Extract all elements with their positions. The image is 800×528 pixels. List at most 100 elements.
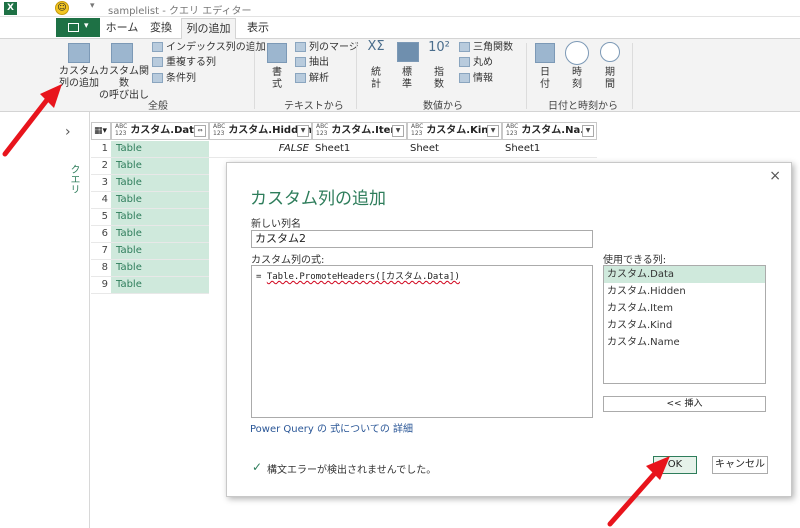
tab-transform[interactable]: 変換: [143, 18, 179, 40]
table-cell[interactable]: Table: [111, 158, 209, 175]
learn-more-link[interactable]: Power Query の 式についての 詳細: [250, 420, 413, 435]
formula-label: カスタム列の式:: [251, 255, 325, 266]
column-header-label: カスタム.Kind: [426, 125, 496, 136]
row-number: 1: [91, 141, 111, 158]
filter-dropdown-icon[interactable]: ▼: [297, 125, 309, 137]
sigma-icon: XΣ: [367, 39, 385, 54]
column-header[interactable]: ABC 123 カスタム.Item ▼: [312, 122, 407, 140]
column-header[interactable]: ABC 123 カスタム.Na... ▼: [502, 122, 597, 140]
rounding-button[interactable]: 丸め: [473, 56, 493, 69]
new-column-name-input[interactable]: カスタム2: [251, 230, 593, 248]
statistics-label-2: 計: [371, 79, 381, 90]
duplicate-column-button[interactable]: 重複する列: [166, 56, 216, 69]
custom-column-label-1: カスタム: [59, 66, 99, 77]
column-header[interactable]: ABC 123 カスタム.Data ⇔: [111, 122, 209, 140]
type-any-icon: ABC 123: [115, 123, 128, 137]
table-cell[interactable]: Table: [111, 243, 209, 260]
duration-label-2: 間: [605, 79, 615, 90]
information-button[interactable]: 情報: [473, 72, 493, 85]
index-column-button[interactable]: インデックス列の追加: [166, 41, 266, 54]
ribbon-separator: [632, 43, 633, 109]
column-header-label: カスタム.Data: [130, 125, 201, 136]
table-menu-icon[interactable]: ▦▾: [91, 122, 111, 140]
cancel-button[interactable]: キャンセル: [712, 456, 768, 474]
file-menu-icon: [68, 23, 79, 32]
row-number: 6: [91, 226, 111, 243]
rounding-icon: [459, 57, 470, 67]
quick-access-chevron-icon[interactable]: ▾: [90, 1, 95, 11]
table-cell[interactable]: Sheet1: [312, 141, 407, 158]
index-column-icon: [152, 42, 163, 52]
window-title: samplelist - クエリ エディター: [108, 6, 252, 17]
list-item[interactable]: カスタム.Kind: [604, 317, 765, 334]
chevron-down-icon: ▾: [84, 21, 89, 31]
table-cell[interactable]: Sheet: [407, 141, 502, 158]
type-any-icon: ABC 123: [213, 123, 226, 137]
extract-button[interactable]: 抽出: [309, 56, 329, 69]
parse-button[interactable]: 解析: [309, 72, 329, 85]
format-label-2: 式: [272, 79, 282, 90]
table-cell[interactable]: FALSE: [209, 141, 312, 158]
date-label-1: 日: [540, 67, 550, 78]
calendar-icon: [535, 43, 555, 63]
ribbon-separator: [526, 43, 527, 109]
expand-column-icon[interactable]: ⇔: [194, 125, 206, 137]
tab-add-column[interactable]: 列の追加: [181, 18, 236, 40]
filter-dropdown-icon[interactable]: ▼: [487, 125, 499, 137]
row-number: 5: [91, 209, 111, 226]
close-icon[interactable]: ×: [769, 168, 781, 184]
row-number: 4: [91, 192, 111, 209]
column-header[interactable]: ABC 123 カスタム.Kind ▼: [407, 122, 502, 140]
trig-icon: [459, 42, 470, 52]
type-any-icon: ABC 123: [316, 123, 329, 137]
table-cell[interactable]: Table: [111, 226, 209, 243]
available-columns-list[interactable]: カスタム.Data カスタム.Hidden カスタム.Item カスタム.Kin…: [603, 265, 766, 384]
available-columns-label: 使用できる列:: [603, 255, 667, 266]
function-icon: [111, 43, 133, 63]
insert-button[interactable]: << 挿入: [603, 396, 766, 412]
group-label-general: 全般: [148, 101, 168, 112]
ribbon-separator: [356, 43, 357, 109]
title-bar: X ☺ ▾ samplelist - クエリ エディター: [0, 0, 800, 17]
file-button[interactable]: ▾: [56, 18, 100, 37]
ribbon-tabs: ▾ ホーム 変換 列の追加 表示: [0, 17, 800, 40]
table-cell[interactable]: Table: [111, 277, 209, 294]
text-format-icon: [267, 43, 287, 63]
extract-icon: [295, 57, 306, 67]
list-item[interactable]: カスタム.Item: [604, 300, 765, 317]
group-label-number: 数値から: [423, 101, 463, 112]
formula-prefix: =: [256, 272, 262, 282]
information-icon: [459, 73, 470, 83]
filter-dropdown-icon[interactable]: ▼: [582, 125, 594, 137]
table-cell[interactable]: Table: [111, 209, 209, 226]
excel-icon: X: [4, 2, 17, 15]
exponent-icon: 10²: [428, 40, 450, 55]
table-cell[interactable]: Sheet1: [502, 141, 597, 158]
table-cell[interactable]: Table: [111, 175, 209, 192]
operators-icon: [397, 42, 419, 62]
list-item[interactable]: カスタム.Data: [604, 266, 765, 283]
filter-dropdown-icon[interactable]: ▼: [392, 125, 404, 137]
conditional-column-icon: [152, 73, 163, 83]
tab-home[interactable]: ホーム: [102, 18, 142, 40]
row-number: 8: [91, 260, 111, 277]
table-cell[interactable]: Table: [111, 192, 209, 209]
ribbon-separator: [254, 43, 255, 109]
list-item[interactable]: カスタム.Name: [604, 334, 765, 351]
tab-view[interactable]: 表示: [240, 18, 276, 40]
formula-editor[interactable]: = Table.PromoteHeaders([カスタム.Data]): [251, 265, 593, 418]
list-item[interactable]: カスタム.Hidden: [604, 283, 765, 300]
column-header[interactable]: ABC 123 カスタム.Hidden ▼: [209, 122, 312, 140]
table-cell[interactable]: Table: [111, 141, 209, 158]
duration-label-1: 期: [605, 67, 615, 78]
scientific-label-2: 数: [434, 79, 444, 90]
conditional-column-button[interactable]: 条件列: [166, 72, 196, 85]
smiley-feedback-icon[interactable]: ☺: [55, 1, 69, 15]
merge-columns-button[interactable]: 列のマージ: [309, 41, 359, 54]
stopwatch-icon: [600, 42, 620, 62]
table-cell[interactable]: Table: [111, 260, 209, 277]
group-label-datetime: 日付と時刻から: [548, 101, 618, 112]
queries-pane-label: クエリ: [68, 164, 79, 194]
trigonometry-button[interactable]: 三角関数: [473, 41, 513, 54]
time-label-1: 時: [572, 67, 582, 78]
